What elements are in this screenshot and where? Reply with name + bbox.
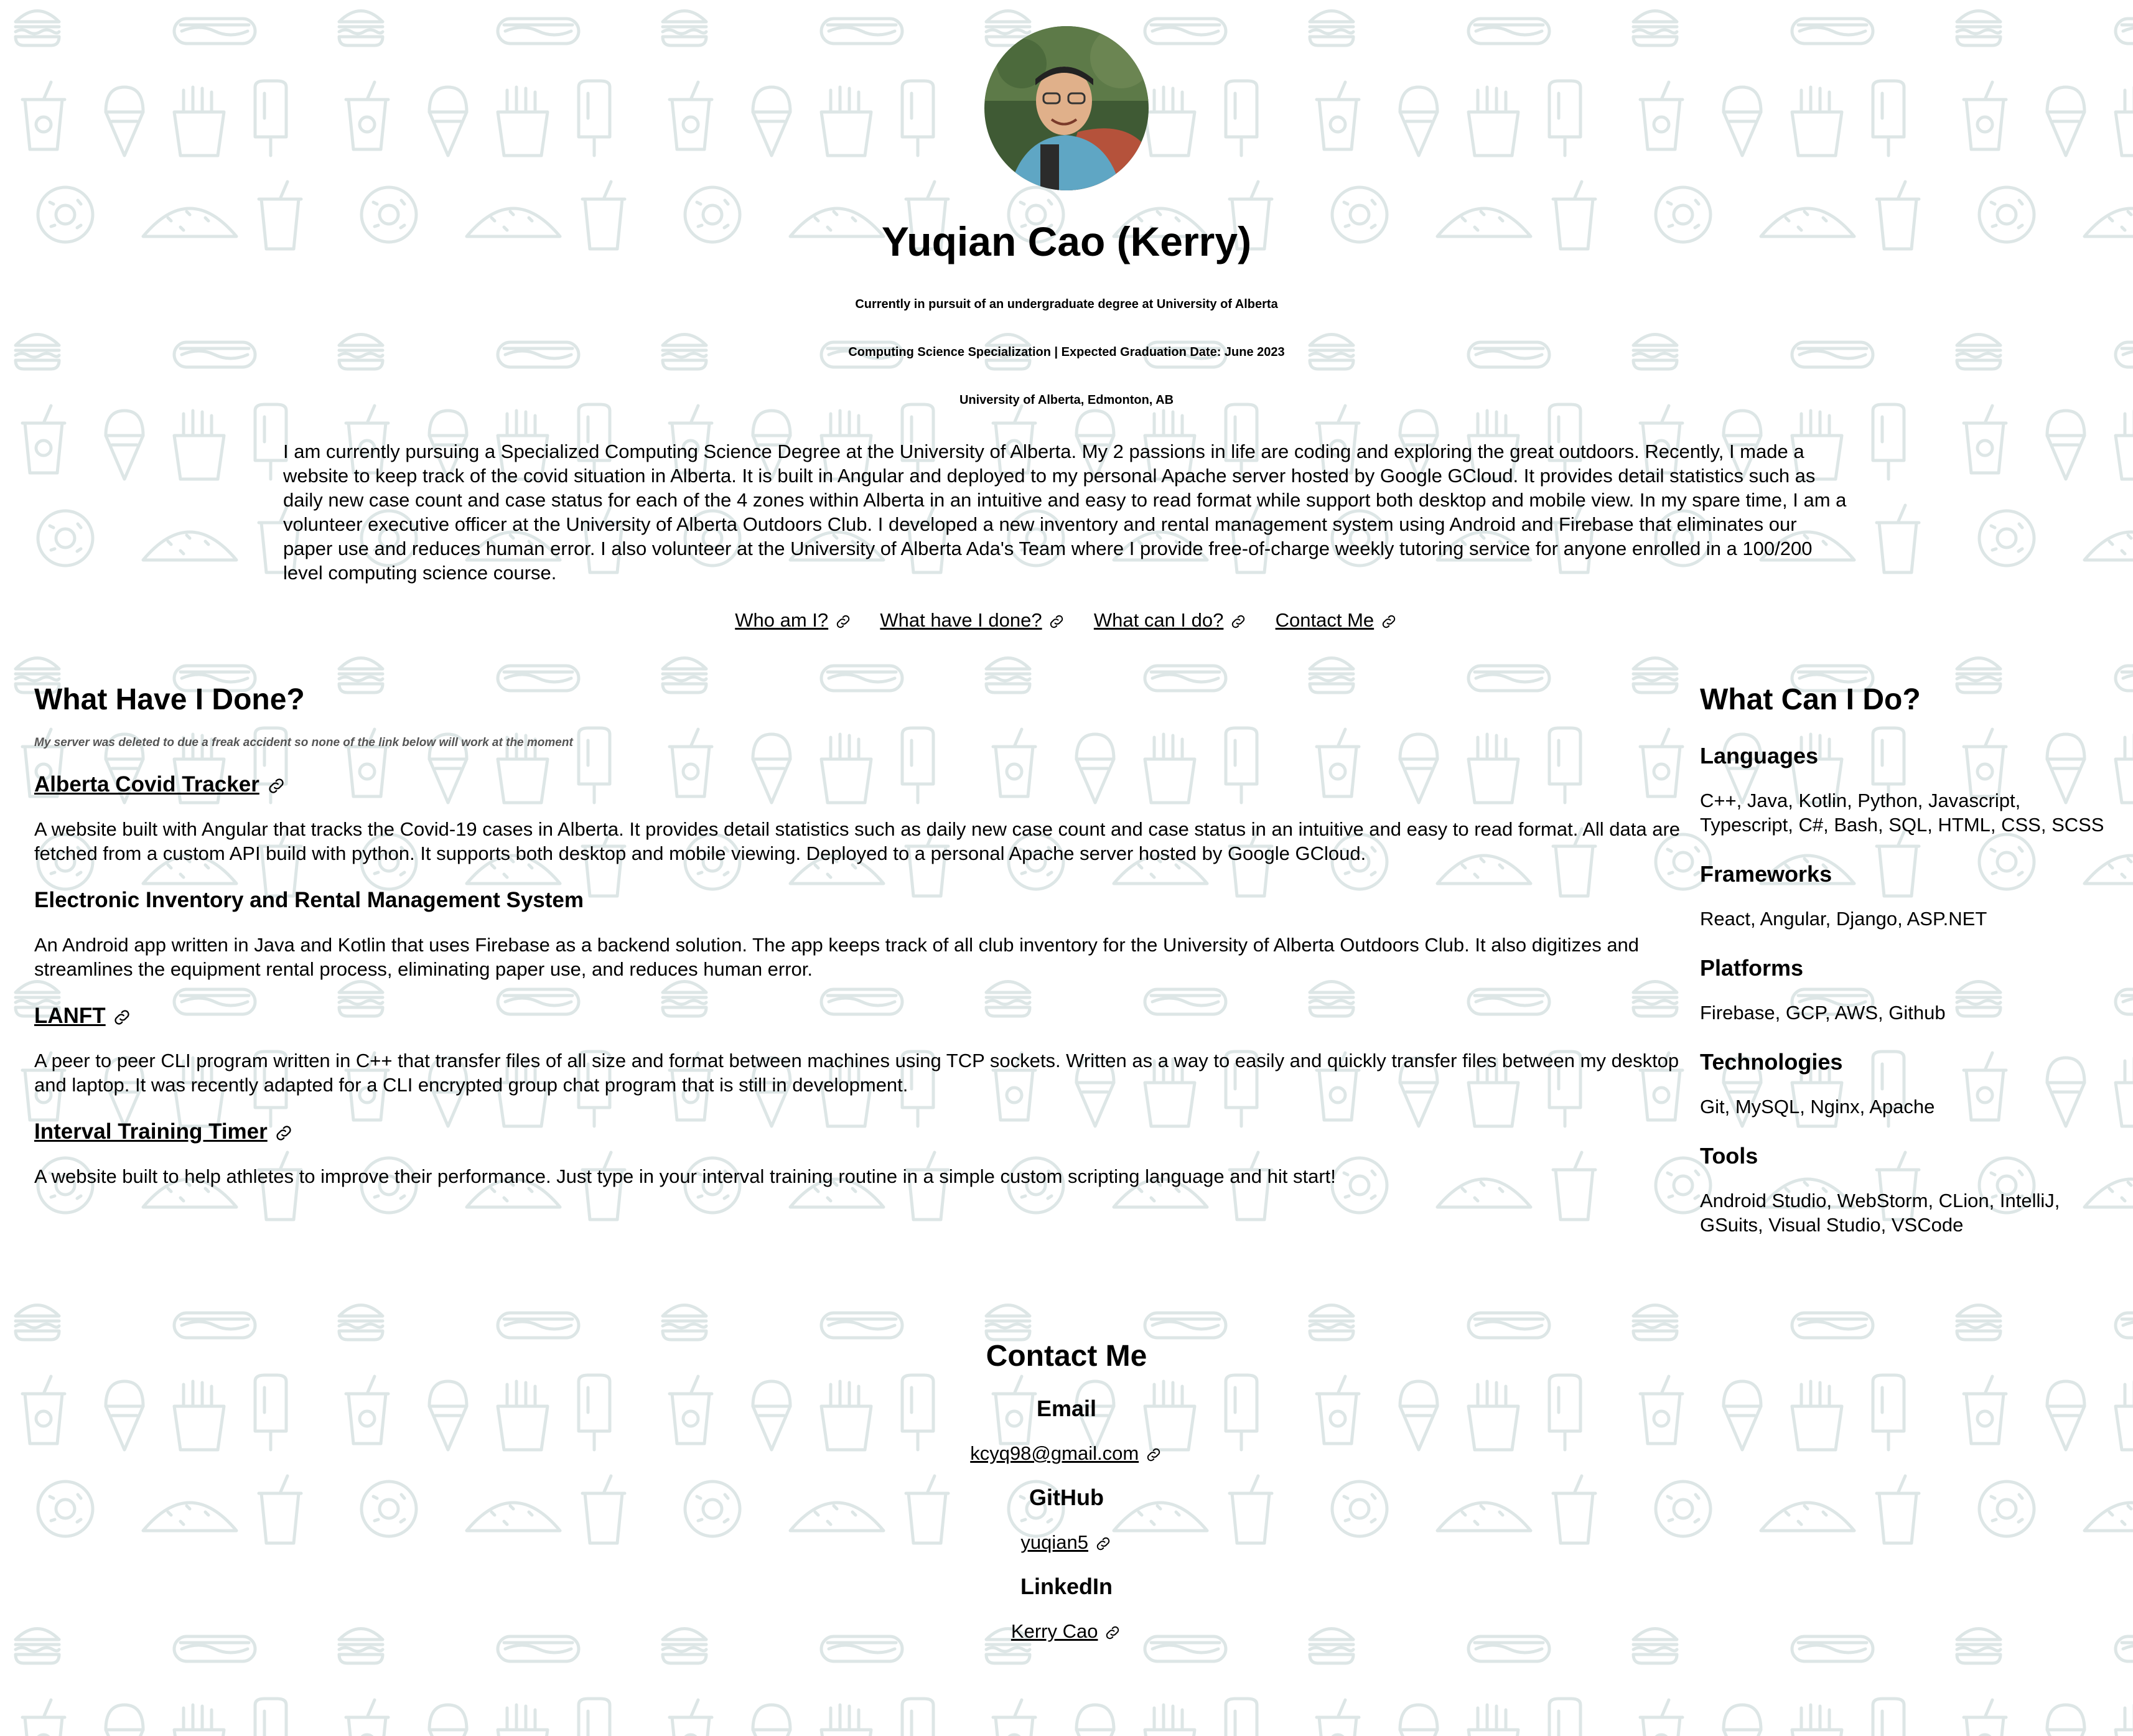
server-note: My server was deleted to due a freak acc…: [34, 736, 573, 749]
specialization-line: Computing Science Specialization | Expec…: [848, 345, 1285, 359]
link-icon: [836, 615, 849, 628]
contact-section: Contact Me Email kcyq98@gmail.com GitHub…: [0, 1337, 2133, 1643]
link-icon: [114, 1010, 130, 1025]
nav-link-contact-me[interactable]: Contact Me: [1276, 609, 1398, 631]
project-desc-interval-timer: A website built to help athletes to impr…: [34, 1165, 1336, 1187]
skill-label-tools: Tools: [1700, 1143, 1758, 1169]
project-title-inventory-system: Electronic Inventory and Rental Manageme…: [34, 888, 584, 912]
link-icon: [1050, 615, 1063, 628]
projects-heading: What Have I Done?: [34, 683, 305, 716]
email-link[interactable]: kcyq98@gmail.com: [0, 1441, 2133, 1465]
skill-list-technologies: Git, MySQL, Nginx, Apache: [1700, 1096, 1935, 1118]
linkedin-label: LinkedIn: [1020, 1574, 1113, 1599]
link-icon: [1096, 1537, 1109, 1551]
projects-section: What Have I Done? My server was deleted …: [34, 681, 1683, 1188]
project-desc-lanft: A peer to peer CLI program written in C+…: [34, 1050, 1679, 1096]
skill-label-technologies: Technologies: [1700, 1049, 1843, 1075]
nav-link-what-can-i-do[interactable]: What can I do?: [1094, 609, 1253, 631]
project-desc-covid-tracker: A website built with Angular that tracks…: [34, 818, 1681, 864]
project-title-covid-tracker[interactable]: Alberta Covid Tracker: [34, 771, 1683, 798]
contact-heading: Contact Me: [986, 1340, 1147, 1373]
skill-list-frameworks: React, Angular, Django, ASP.NET: [1700, 908, 1987, 930]
email-label: Email: [1036, 1396, 1097, 1421]
project-desc-inventory-system: An Android app written in Java and Kotli…: [34, 934, 1640, 980]
skill-label-languages: Languages: [1700, 743, 1819, 768]
skills-section: What Can I Do? Languages C++, Java, Kotl…: [1700, 681, 2111, 1237]
link-icon: [1147, 1448, 1160, 1462]
link-icon: [1106, 1626, 1119, 1640]
link-icon: [276, 1126, 292, 1141]
linkedin-link[interactable]: Kerry Cao: [0, 1619, 2133, 1643]
page-title: Yuqian Cao (Kerry): [881, 218, 1252, 264]
nav-link-what-have-i-done[interactable]: What have I done?: [880, 609, 1071, 631]
skills-heading: What Can I Do?: [1700, 683, 1921, 716]
skill-list-languages: C++, Java, Kotlin, Python, Javascript, T…: [1700, 790, 2104, 836]
location-line: University of Alberta, Edmonton, AB: [959, 393, 1174, 407]
bio-paragraph: I am currently pursuing a Specialized Co…: [283, 441, 1847, 584]
nav-link-who-am-i[interactable]: Who am I?: [735, 609, 857, 631]
github-label: GitHub: [1029, 1485, 1104, 1510]
section-nav: Who am I? What have I done? What can I d…: [0, 608, 2133, 633]
link-icon: [268, 778, 284, 793]
github-link[interactable]: yuqian5: [0, 1530, 2133, 1554]
skill-label-platforms: Platforms: [1700, 955, 1804, 981]
skill-label-frameworks: Frameworks: [1700, 861, 1832, 887]
skill-list-tools: Android Studio, WebStorm, CLion, Intelli…: [1700, 1190, 2060, 1236]
project-title-interval-timer[interactable]: Interval Training Timer: [34, 1118, 1683, 1146]
education-status: Currently in pursuit of an undergraduate…: [855, 297, 1278, 311]
link-icon: [1382, 615, 1395, 628]
project-title-lanft[interactable]: LANFT: [34, 1002, 1683, 1030]
profile-avatar: [984, 26, 1149, 190]
skill-list-platforms: Firebase, GCP, AWS, Github: [1700, 1002, 1946, 1024]
link-icon: [1231, 615, 1245, 628]
